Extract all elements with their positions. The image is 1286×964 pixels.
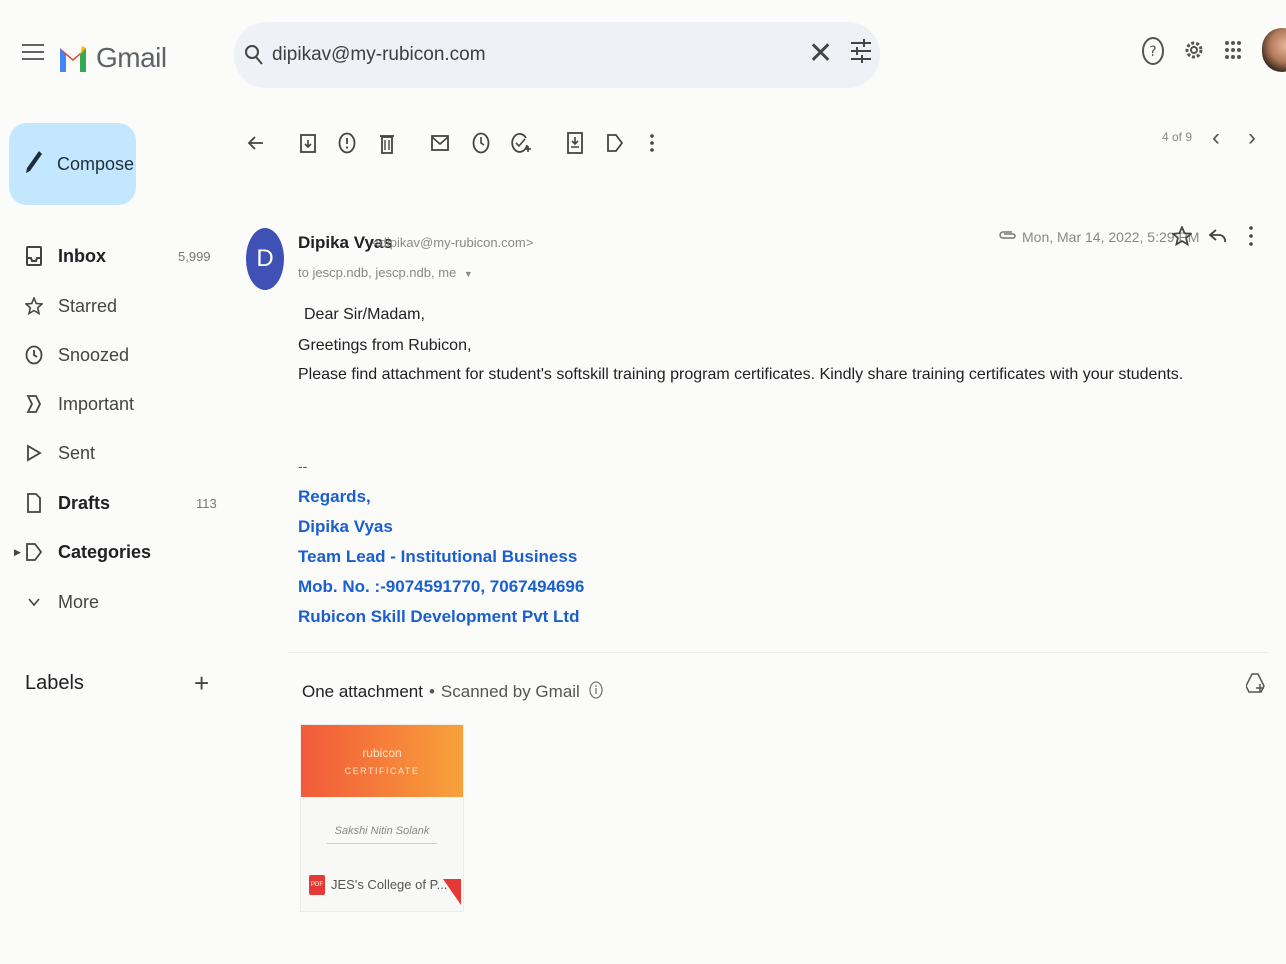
- signature-line: Dipika Vyas: [298, 517, 393, 536]
- sidebar-item-label: Categories: [58, 541, 152, 562]
- gmail-logo-icon[interactable]: [58, 40, 88, 81]
- sidebar-item-drafts[interactable]: Drafts 113: [0, 483, 220, 523]
- back-arrow-icon[interactable]: [244, 130, 268, 156]
- svg-text:?: ?: [1149, 44, 1156, 60]
- compose-button[interactable]: Compose: [9, 123, 136, 205]
- sidebar-item-inbox[interactable]: Inbox 5,999: [0, 236, 220, 276]
- report-spam-icon[interactable]: [335, 130, 359, 156]
- sender-email: <dipikav@my-rubicon.com>: [372, 235, 534, 250]
- mark-unread-icon[interactable]: [428, 130, 452, 156]
- details-dropdown-icon[interactable]: ▼: [464, 269, 473, 279]
- search-options-icon[interactable]: [850, 38, 872, 69]
- chevron-left-icon[interactable]: ‹: [1212, 124, 1220, 152]
- unread-count: 5,999: [178, 248, 211, 264]
- chevron-right-icon[interactable]: ›: [1248, 124, 1256, 152]
- signature-line: Regards,: [298, 487, 371, 506]
- info-icon[interactable]: [588, 681, 603, 704]
- star-icon: [24, 296, 44, 316]
- settings-gear-icon[interactable]: [1182, 35, 1206, 70]
- main-menu-icon[interactable]: [22, 44, 44, 64]
- snooze-icon[interactable]: [469, 130, 493, 156]
- signature-line: Team Lead - Institutional Business: [298, 547, 578, 566]
- attachment-filename: JES's College of P...: [331, 877, 448, 892]
- account-avatar[interactable]: [1262, 28, 1286, 72]
- labels-heading: Labels: [25, 672, 84, 694]
- attachment-clip-icon: [998, 228, 1016, 247]
- help-icon[interactable]: ?: [1141, 36, 1165, 71]
- sidebar-item-categories[interactable]: ▶ Categories: [0, 532, 220, 572]
- important-icon: [24, 394, 44, 414]
- certificate-preview: rubicon CERTIFICATE: [301, 725, 463, 797]
- label-icon: [24, 542, 44, 562]
- chevron-down-icon: [24, 592, 44, 612]
- add-to-drive-icon[interactable]: [1245, 672, 1266, 699]
- draft-icon: [24, 493, 44, 513]
- clear-search-icon[interactable]: ✕: [808, 36, 833, 71]
- gmail-wordmark: Gmail: [96, 42, 167, 73]
- signature-line: Mob. No. :-9074591770, 7067494696: [298, 577, 585, 596]
- sidebar-item-label: Sent: [58, 442, 96, 463]
- sidebar-item-more[interactable]: More: [0, 582, 220, 622]
- scanned-by-gmail-label: Scanned by Gmail: [440, 681, 580, 701]
- pagination-count: 4 of 9: [1162, 130, 1193, 144]
- attachment-card[interactable]: rubicon CERTIFICATE Sakshi Nitin Solank …: [300, 724, 464, 912]
- sidebar-item-sent[interactable]: Sent: [0, 433, 220, 473]
- star-icon[interactable]: [1170, 224, 1194, 251]
- compose-label: Compose: [57, 153, 135, 174]
- move-to-icon[interactable]: [563, 130, 587, 156]
- more-options-icon[interactable]: [640, 130, 664, 156]
- draft-count: 113: [196, 495, 217, 511]
- sidebar-item-starred[interactable]: Starred: [0, 286, 220, 326]
- certificate-title: CERTIFICATE: [344, 766, 420, 776]
- signature-separator: --: [298, 458, 308, 474]
- search-icon[interactable]: [244, 44, 264, 71]
- sidebar-item-label: Inbox: [58, 245, 106, 266]
- body-greeting: Dear Sir/Madam,: [304, 306, 425, 323]
- sender-avatar[interactable]: D: [246, 228, 284, 290]
- recipients-text: to jescp.ndb, jescp.ndb, me: [298, 265, 457, 280]
- body-line: Greetings from Rubicon,: [298, 337, 472, 354]
- sidebar-item-label: More: [58, 591, 100, 612]
- file-corner-fold: [443, 879, 461, 905]
- label-as-icon[interactable]: [603, 130, 627, 156]
- message-more-icon[interactable]: [1248, 225, 1254, 252]
- attachments-heading: One attachment • Scanned by Gmail: [302, 681, 603, 704]
- attachment-count-label: One attachment: [302, 681, 423, 701]
- reply-icon[interactable]: [1208, 226, 1228, 251]
- certificate-brand: rubicon: [362, 746, 402, 760]
- sidebar-item-snoozed[interactable]: Snoozed: [0, 335, 220, 375]
- add-to-tasks-icon[interactable]: [509, 130, 533, 156]
- body-line: Please find attachment for student's sof…: [298, 366, 1184, 383]
- sidebar-item-label: Drafts: [58, 492, 111, 513]
- recipients-line[interactable]: to jescp.ndb, jescp.ndb, me ▼: [298, 265, 473, 280]
- sidebar-item-label: Important: [58, 393, 135, 414]
- inbox-icon: [24, 246, 44, 266]
- divider: [288, 652, 1268, 653]
- google-apps-icon[interactable]: [1224, 40, 1242, 65]
- pdf-icon: PDF: [309, 875, 325, 895]
- delete-icon[interactable]: [375, 130, 399, 156]
- signature-line: Rubicon Skill Development Pvt Ltd: [298, 607, 580, 626]
- pencil-icon: [25, 149, 43, 180]
- expand-arrow-icon[interactable]: ▶: [14, 547, 21, 558]
- archive-icon[interactable]: [296, 130, 320, 156]
- certificate-signature: Sakshi Nitin Solank: [334, 825, 430, 837]
- sidebar-item-important[interactable]: Important: [0, 384, 220, 424]
- sidebar-item-label: Snoozed: [58, 344, 130, 365]
- certificate-signature-line: [327, 843, 437, 844]
- send-icon: [24, 443, 44, 463]
- add-label-icon[interactable]: +: [194, 670, 209, 696]
- search-input[interactable]: dipikav@my-rubicon.com: [272, 44, 486, 66]
- sidebar-item-label: Starred: [58, 295, 118, 316]
- clock-icon: [24, 345, 44, 365]
